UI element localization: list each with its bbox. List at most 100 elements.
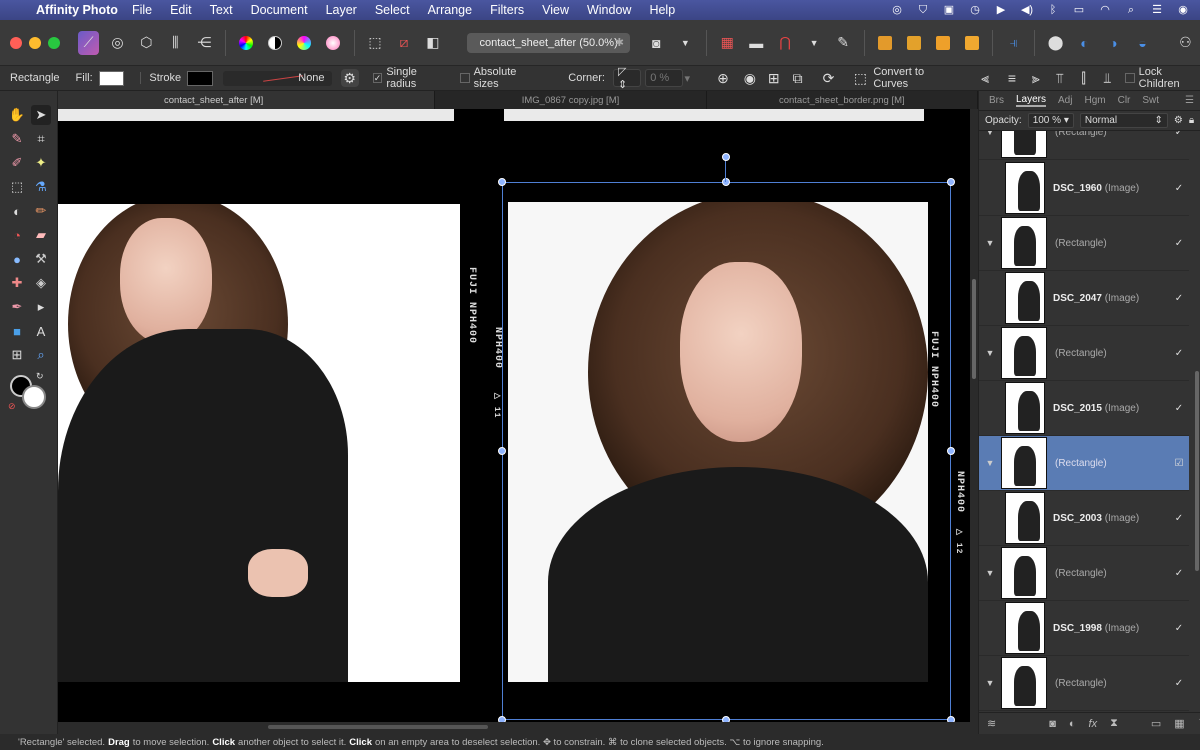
eye-icon[interactable]: ◉ xyxy=(739,66,761,90)
visibility-checkbox[interactable]: ✓ xyxy=(1169,293,1189,304)
crop-icon[interactable]: ⧉ xyxy=(787,66,809,90)
expand-arrow-icon[interactable]: ▼ xyxy=(979,678,1001,688)
rotate-icon[interactable]: ⟳ xyxy=(818,66,840,90)
layer-row[interactable]: ▼ (Rectangle) ✓ xyxy=(979,326,1189,381)
text-tool-icon[interactable]: A xyxy=(31,321,51,341)
expand-arrow-icon[interactable]: ▼ xyxy=(979,131,1001,137)
add-group-icon[interactable]: ▭ xyxy=(1151,717,1161,730)
crop-tool-icon[interactable]: ⌗ xyxy=(31,129,51,149)
arrange-forward-icon[interactable] xyxy=(932,31,953,55)
fill-swatch[interactable] xyxy=(98,70,125,86)
corner-value-field[interactable]: 0 % xyxy=(645,69,683,87)
flood-select-tool-icon[interactable]: ✦ xyxy=(31,153,51,173)
panel-scrollbar[interactable] xyxy=(1195,371,1199,571)
close-button[interactable] xyxy=(10,36,22,49)
add-pixel-layer-icon[interactable]: ▦ xyxy=(1174,717,1184,730)
layer-row[interactable]: DSC_2003 (Image) ✓ xyxy=(979,491,1189,546)
visibility-checkbox[interactable]: ☑ xyxy=(1169,458,1189,469)
settings-gear-icon[interactable]: ⚙ xyxy=(340,69,359,87)
color-replacement-tool-icon[interactable]: ◔ xyxy=(7,225,27,245)
settings-gear-icon[interactable]: ⚙ xyxy=(1174,115,1183,126)
tab-adjustments[interactable]: Adj xyxy=(1058,95,1072,106)
screen-icon[interactable]: ▣ xyxy=(942,3,956,17)
node-tool-icon[interactable]: ▸ xyxy=(31,297,51,317)
wifi-icon[interactable]: ◠ xyxy=(1098,3,1112,17)
siri-icon[interactable]: ◉ xyxy=(1176,3,1190,17)
convert-to-curves-button[interactable]: Convert to Curves xyxy=(873,66,954,90)
hsl-icon[interactable] xyxy=(294,31,315,55)
chevron-down-icon[interactable]: ▼ xyxy=(675,31,696,55)
develop-persona-icon[interactable]: ⬡ xyxy=(136,31,157,55)
volume-icon[interactable]: ◀) xyxy=(1020,3,1034,17)
align-left-icon[interactable]: ⫷ xyxy=(974,66,996,90)
control-center-icon[interactable]: ☰ xyxy=(1150,3,1164,17)
gradient-tool-icon[interactable]: ◐ xyxy=(7,201,27,221)
curves-icon[interactable]: ⬚ xyxy=(849,66,871,90)
paint-brush-tool-icon[interactable]: ✏ xyxy=(31,201,51,221)
scrollbar-thumb[interactable] xyxy=(972,279,976,379)
color-wheel-icon[interactable] xyxy=(236,31,257,55)
expand-arrow-icon[interactable]: ▼ xyxy=(979,238,1001,248)
layer-row[interactable]: ▼ (Rectangle) ✓ xyxy=(979,546,1189,601)
align-center-icon[interactable]: ≡ xyxy=(1001,66,1023,90)
layer-row-selected[interactable]: ▼ (Rectangle) ☑ xyxy=(979,436,1189,491)
liquify-tool-icon[interactable]: ✒ xyxy=(7,297,27,317)
visibility-checkbox[interactable]: ✓ xyxy=(1169,568,1189,579)
app-name[interactable]: Affinity Photo xyxy=(36,3,118,17)
minimize-button[interactable] xyxy=(29,36,41,49)
liquify-persona-icon[interactable]: ◎ xyxy=(107,31,128,55)
menu-file[interactable]: File xyxy=(132,3,152,17)
grid-icon[interactable]: ▦ xyxy=(717,31,738,55)
transform-icon[interactable]: ⊞ xyxy=(763,66,785,90)
arrange-backward-icon[interactable] xyxy=(903,31,924,55)
menu-layer[interactable]: Layer xyxy=(326,3,357,17)
align-bottom-icon[interactable]: ⫫ xyxy=(1097,66,1119,90)
expand-arrow-icon[interactable]: ▼ xyxy=(979,458,1001,468)
layer-row[interactable]: ▼ (Rectangle) ✓ xyxy=(979,216,1189,271)
resize-handle-right[interactable] xyxy=(947,447,955,455)
blemish-tool-icon[interactable]: ✚ xyxy=(7,273,27,293)
mesh-warp-tool-icon[interactable]: ⊞ xyxy=(7,345,27,365)
creative-cloud-icon[interactable]: ◎ xyxy=(890,3,904,17)
tab-color[interactable]: Clr xyxy=(1118,95,1131,106)
lock-children-checkbox[interactable] xyxy=(1125,73,1135,83)
menu-edit[interactable]: Edit xyxy=(170,3,192,17)
zoom-tool-icon[interactable]: ⌕ xyxy=(31,345,51,365)
marquee-tool-icon[interactable]: ⬚ xyxy=(7,177,27,197)
lock-icon[interactable]: 🔒︎ xyxy=(1189,115,1194,126)
play-icon[interactable]: ▶ xyxy=(994,3,1008,17)
menu-arrange[interactable]: Arrange xyxy=(428,3,472,17)
boolean-xor-icon[interactable]: ◒ xyxy=(1132,31,1153,55)
menu-help[interactable]: Help xyxy=(649,3,675,17)
arrange-front-icon[interactable] xyxy=(961,31,982,55)
tab-layers[interactable]: Layers xyxy=(1016,94,1047,107)
resize-handle-left[interactable] xyxy=(498,447,506,455)
boolean-intersect-icon[interactable]: ◑ xyxy=(1103,31,1124,55)
panel-menu-icon[interactable]: ☰ xyxy=(1185,95,1194,106)
align-middle-icon[interactable]: ⫿ xyxy=(1073,66,1095,90)
visibility-checkbox[interactable]: ✓ xyxy=(1169,131,1189,138)
invert-selection-icon[interactable]: ◧ xyxy=(422,31,443,55)
visibility-checkbox[interactable]: ✓ xyxy=(1169,238,1189,249)
expand-arrow-icon[interactable]: ▼ xyxy=(979,568,1001,578)
visibility-checkbox[interactable]: ✓ xyxy=(1169,623,1189,634)
photo-frame-left[interactable] xyxy=(58,204,460,682)
tab-swatches[interactable]: Swt xyxy=(1142,95,1159,106)
white-balance-icon[interactable] xyxy=(323,31,344,55)
time-machine-icon[interactable]: ◷ xyxy=(968,3,982,17)
scrollbar-thumb[interactable] xyxy=(268,725,488,729)
boolean-subtract-icon[interactable]: ◐ xyxy=(1074,31,1095,55)
pen-icon[interactable]: ✎ xyxy=(833,31,854,55)
horizontal-scrollbar[interactable] xyxy=(58,722,978,732)
boolean-add-icon[interactable]: ⬤ xyxy=(1045,31,1066,55)
search-icon[interactable]: ⌕ xyxy=(1124,3,1138,17)
user-icon[interactable]: ⚇ xyxy=(1175,31,1196,55)
selection-brush-tool-icon[interactable]: ✐ xyxy=(7,153,27,173)
layer-row[interactable]: DSC_1960 (Image) ✓ xyxy=(979,161,1189,216)
rectangle-tool-icon[interactable]: ■ xyxy=(7,321,27,341)
blend-mode-select[interactable]: Normal ⇕ xyxy=(1079,113,1168,128)
color-picker-tool-icon[interactable]: ✎ xyxy=(7,129,27,149)
flood-fill-tool-icon[interactable]: ⚗ xyxy=(31,177,51,197)
opacity-field[interactable]: 100 % ▾ xyxy=(1027,113,1074,128)
clone-tool-icon[interactable]: ⚒ xyxy=(31,249,51,269)
